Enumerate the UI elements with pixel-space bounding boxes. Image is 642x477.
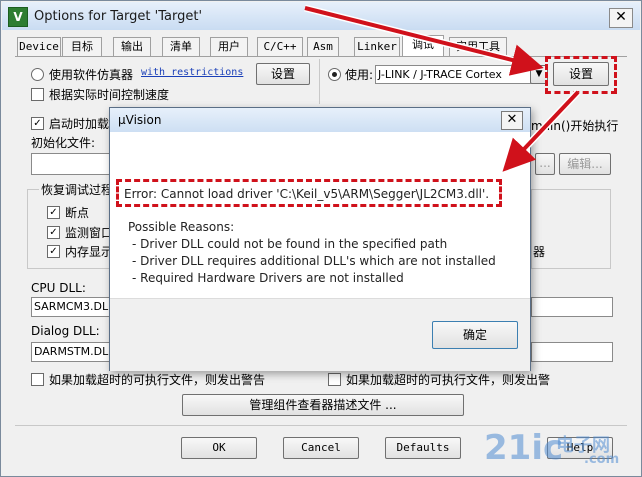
annotation-arrows [304, 4, 581, 172]
arrow-to-settings [304, 6, 544, 76]
arrow-to-error [502, 90, 580, 172]
